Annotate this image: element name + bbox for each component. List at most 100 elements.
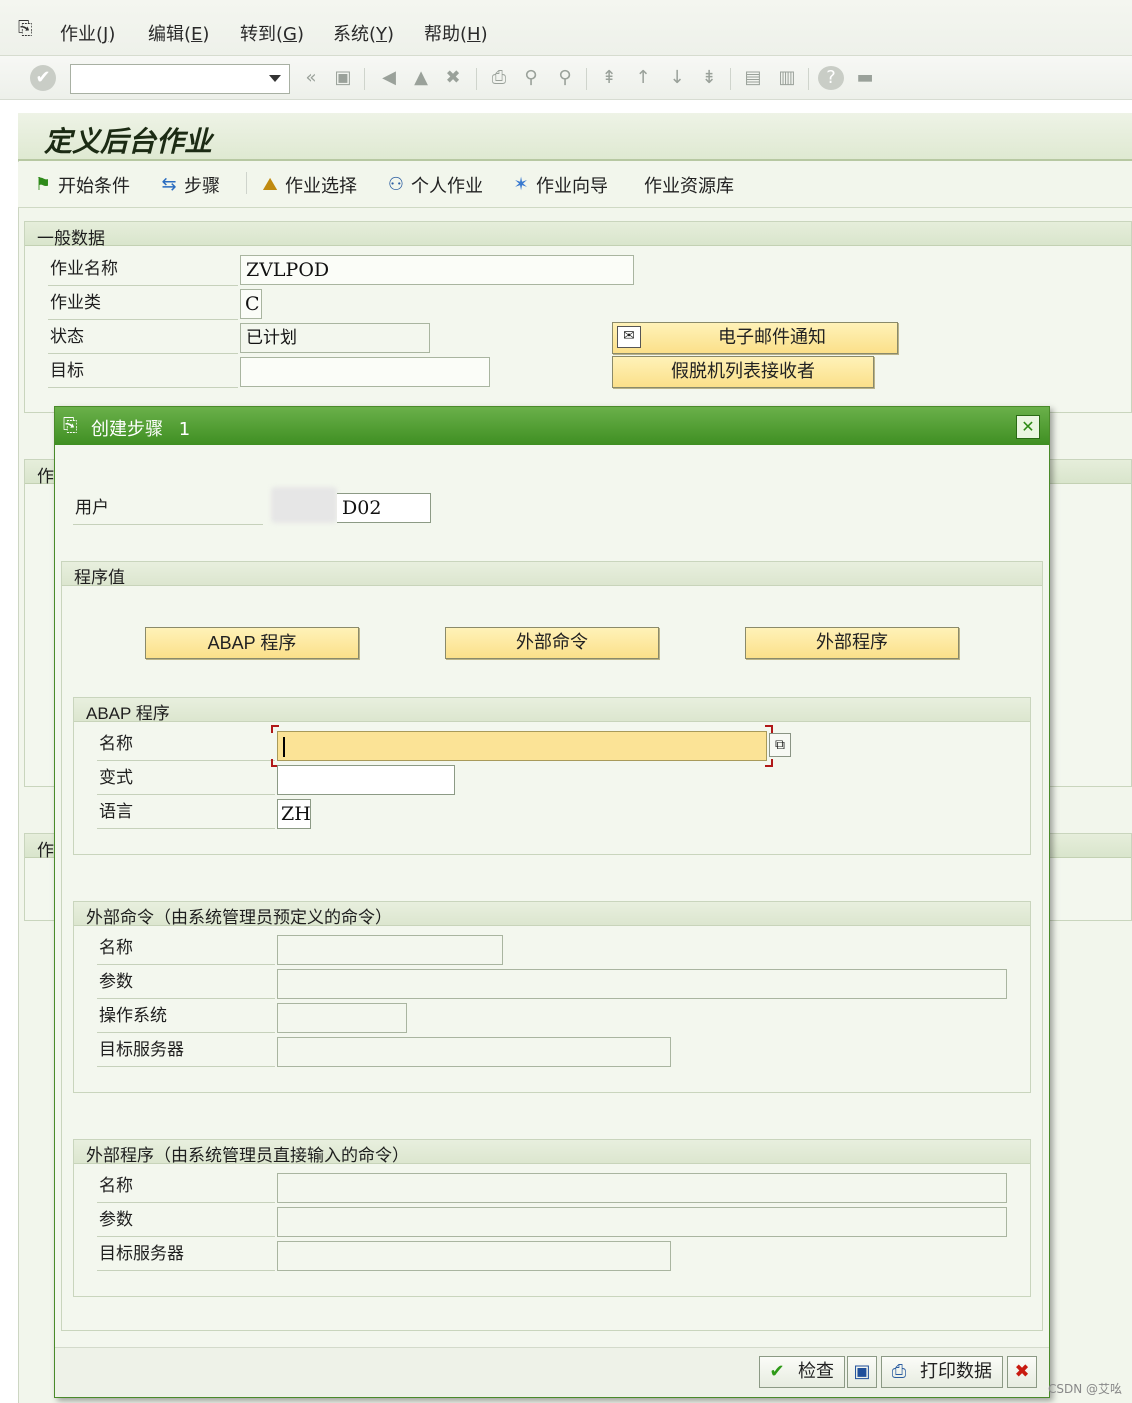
- back-icon[interactable]: ◀: [376, 66, 402, 90]
- user-label: 用户: [73, 493, 263, 525]
- watermark: CSDN @艾吆: [1048, 1382, 1123, 1396]
- toolbar-separator: [364, 68, 365, 90]
- target-label: 目标: [48, 356, 238, 388]
- menu-bar: ⎘ 作业(J) 编辑(E) 转到(G) 系统(Y) 帮助(H): [0, 0, 1132, 56]
- menu-system-tail: ): [387, 24, 395, 45]
- user-field[interactable]: D02: [337, 493, 431, 523]
- text-caret: [283, 737, 285, 757]
- start-condition-label: 开始条件: [58, 176, 130, 197]
- find-icon[interactable]: ⚲: [518, 66, 544, 90]
- window-icon: ⎘: [63, 415, 78, 436]
- previous-page-icon[interactable]: ↑: [630, 66, 656, 90]
- menu-system-label: 系统(: [333, 24, 377, 45]
- job-wizard-button[interactable]: ✶ 作业向导: [510, 172, 608, 198]
- cancel-button[interactable]: ✖: [1007, 1356, 1037, 1388]
- toolbar-separator: [730, 68, 731, 90]
- job-selection-icon: ⛰: [262, 174, 278, 195]
- group-title: 外部程序（由系统管理员直接输入的命令）: [86, 1146, 409, 1166]
- start-condition-button[interactable]: ⚑ 开始条件: [32, 172, 130, 198]
- ext-cmd-target-label: 目标服务器: [97, 1035, 275, 1067]
- focus-corner: [765, 759, 773, 767]
- ext-cmd-params-field: [277, 969, 1007, 999]
- back-double-icon[interactable]: «: [298, 66, 324, 90]
- abap-variant-label: 变式: [97, 763, 275, 795]
- print-data-label: 打印数据: [920, 1361, 992, 1382]
- menu-help-label: 帮助(: [424, 24, 468, 45]
- external-command-button-label: 外部命令: [516, 632, 588, 653]
- person-icon: ⚇: [387, 174, 405, 195]
- job-name-label: 作业名称: [48, 254, 238, 286]
- menu-edit[interactable]: 编辑(E): [148, 20, 209, 46]
- job-wizard-label: 作业向导: [536, 176, 608, 197]
- focus-corner: [271, 725, 279, 733]
- job-class-field[interactable]: C: [240, 289, 262, 319]
- save-icon: ▣: [853, 1361, 871, 1382]
- external-program-button[interactable]: 外部程序: [745, 627, 959, 659]
- menu-goto-tail: ): [296, 24, 305, 45]
- own-jobs-button[interactable]: ⚇ 个人作业: [385, 172, 483, 198]
- exit-icon[interactable]: ▲: [408, 66, 434, 90]
- system-toolbar: ✔ « ▣ ◀ ▲ ✖ ⎙ ⚲ ⚲ ⇞ ↑ ↓ ⇟ ▤ ▥ ? ▬: [0, 56, 1132, 100]
- save-button[interactable]: ▣: [847, 1356, 877, 1388]
- group-title: 一般数据: [37, 229, 105, 249]
- find-next-icon[interactable]: ⚲: [552, 66, 578, 90]
- last-page-icon[interactable]: ⇟: [696, 66, 722, 90]
- close-icon[interactable]: ✕: [1016, 415, 1040, 439]
- layout-icon[interactable]: ▬: [852, 66, 878, 90]
- save-icon[interactable]: ▣: [330, 66, 356, 90]
- user-blurred-prefix: [271, 487, 337, 523]
- external-command-button[interactable]: 外部命令: [445, 627, 659, 659]
- job-repository-label: 作业资源库: [644, 176, 734, 197]
- chevron-down-icon[interactable]: [269, 75, 281, 82]
- ext-cmd-name-field: [277, 935, 503, 965]
- abap-language-field[interactable]: ZH: [277, 799, 311, 829]
- job-selection-button[interactable]: ⛰ 作业选择: [259, 172, 357, 198]
- abap-name-field[interactable]: [277, 731, 767, 761]
- ext-prog-name-label: 名称: [97, 1171, 275, 1203]
- abap-variant-field[interactable]: [277, 765, 455, 795]
- wand-icon: ✶: [513, 174, 529, 195]
- menu-help-key: H: [467, 24, 481, 45]
- value-help-icon[interactable]: ⧉: [769, 733, 791, 757]
- print-data-button[interactable]: ⎙ 打印数据: [881, 1356, 1003, 1388]
- check-button[interactable]: ✔ 检查: [759, 1356, 845, 1388]
- print-icon[interactable]: ⎙: [486, 66, 512, 90]
- help-icon[interactable]: ?: [818, 66, 844, 90]
- ext-prog-target-field: [277, 1241, 671, 1271]
- ext-prog-params-label: 参数: [97, 1205, 275, 1237]
- abap-program-button[interactable]: ABAP 程序: [145, 627, 359, 659]
- target-field[interactable]: [240, 357, 490, 387]
- group-header: [74, 698, 1030, 722]
- job-name-field[interactable]: ZVLPOD: [240, 255, 634, 285]
- menu-edit-tail: ): [202, 24, 210, 45]
- menu-system[interactable]: 系统(Y): [333, 20, 394, 46]
- command-field[interactable]: [70, 64, 290, 94]
- spool-recipient-label: 假脱机列表接收者: [671, 361, 815, 382]
- menu-help-tail: ): [480, 24, 488, 45]
- steps-button[interactable]: ⇆ 步骤: [158, 172, 220, 198]
- next-page-icon[interactable]: ↓: [664, 66, 690, 90]
- group-title: 作: [37, 841, 54, 861]
- enter-icon[interactable]: ✔: [30, 65, 56, 91]
- menu-help[interactable]: 帮助(H): [424, 20, 488, 46]
- job-class-label: 作业类: [48, 288, 238, 320]
- status-label: 状态: [48, 322, 238, 354]
- new-session-icon[interactable]: ▤: [740, 66, 766, 90]
- job-repository-button[interactable]: 作业资源库: [644, 172, 734, 198]
- menu-job[interactable]: 作业(J): [60, 20, 115, 46]
- ext-cmd-os-field: [277, 1003, 407, 1033]
- menu-goto[interactable]: 转到(G): [240, 20, 304, 46]
- first-page-icon[interactable]: ⇞: [596, 66, 622, 90]
- shortcut-icon[interactable]: ▥: [774, 66, 800, 90]
- print-icon: ⎙: [891, 1361, 907, 1382]
- group-title: 作: [37, 467, 54, 487]
- dialog-title-text: 创建步骤: [91, 419, 163, 440]
- toolbar-separator: [476, 68, 477, 90]
- abap-name-label: 名称: [97, 729, 275, 761]
- cancel-icon[interactable]: ✖: [440, 66, 466, 90]
- menu-edit-label: 编辑(: [148, 24, 192, 45]
- email-notification-button[interactable]: ✉ 电子邮件通知: [612, 322, 898, 354]
- steps-icon: ⇆: [161, 174, 177, 195]
- menu-window-icon[interactable]: ⎘: [18, 18, 42, 39]
- spool-recipient-button[interactable]: 假脱机列表接收者: [612, 356, 874, 388]
